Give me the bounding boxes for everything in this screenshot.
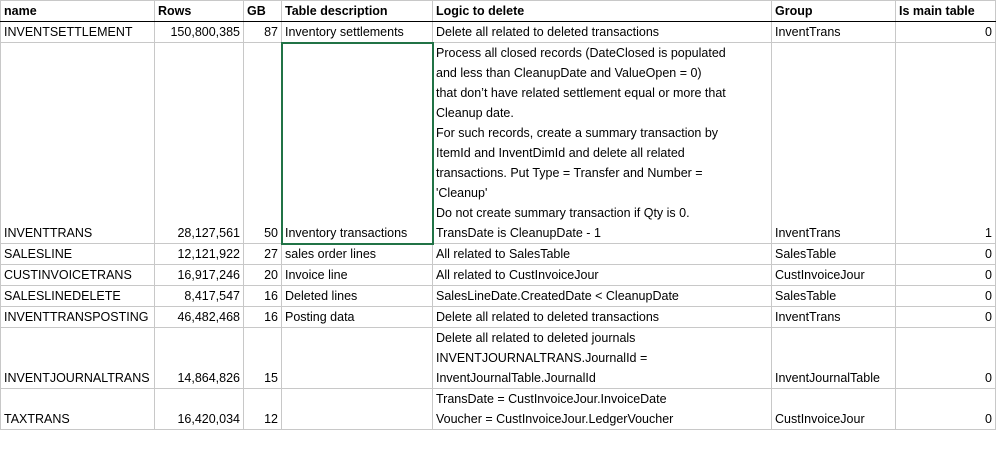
- gb-cell[interactable]: 16: [243, 306, 282, 328]
- desc-cell[interactable]: Invoice line: [281, 264, 433, 286]
- logic-cell[interactable]: Process all closed records (DateClosed i…: [432, 42, 772, 244]
- spreadsheet-table: name Rows GB Table description Logic to …: [0, 0, 996, 430]
- logic-line: Cleanup date.: [436, 106, 514, 120]
- logic-line: and less than CleanupDate and ValueOpen …: [436, 66, 702, 80]
- main-cell[interactable]: 0: [895, 285, 996, 307]
- group-cell[interactable]: InventTrans: [771, 306, 896, 328]
- gb-cell[interactable]: 50: [243, 42, 282, 244]
- logic-line: For such records, create a summary trans…: [436, 126, 719, 140]
- logic-line: InventJournalTable.JournalId: [436, 371, 596, 385]
- name-cell[interactable]: TAXTRANS: [0, 388, 155, 430]
- group-cell[interactable]: InventTrans: [771, 21, 896, 43]
- logic-cell[interactable]: TransDate = CustInvoiceJour.InvoiceDate V…: [432, 388, 772, 430]
- main-cell[interactable]: 0: [895, 306, 996, 328]
- name-cell[interactable]: SALESLINE: [0, 243, 155, 265]
- main-cell[interactable]: 1: [895, 42, 996, 244]
- logic-line: Delete all related to deleted transactio…: [436, 310, 660, 324]
- gb-cell[interactable]: 15: [243, 327, 282, 389]
- desc-cell[interactable]: Inventory transactions: [280, 41, 434, 245]
- main-cell[interactable]: 0: [895, 327, 996, 389]
- rows-cell[interactable]: 28,127,561: [154, 42, 244, 244]
- rows-cell[interactable]: 14,864,826: [154, 327, 244, 389]
- header-main[interactable]: Is main table: [895, 0, 996, 22]
- table-row: INVENTTRANS 28,127,561 50 Inventory transac…: [0, 41, 996, 245]
- main-cell[interactable]: 0: [895, 243, 996, 265]
- header-gb[interactable]: GB: [243, 0, 282, 22]
- main-cell[interactable]: 0: [895, 388, 996, 430]
- gb-cell[interactable]: 27: [243, 243, 282, 265]
- table-row: CUSTINVOICETRANS 16,917,246 20 Invoice line…: [0, 264, 996, 286]
- table-row: INVENTJOURNALTRANS 14,864,826 15 Delete all…: [0, 327, 996, 389]
- gb-cell[interactable]: 16: [243, 285, 282, 307]
- table-row: INVENTTRANSPOSTING 46,482,468 16 Posting da…: [0, 306, 996, 328]
- name-cell[interactable]: CUSTINVOICETRANS: [0, 264, 155, 286]
- gb-cell[interactable]: 87: [243, 21, 282, 43]
- logic-line: 'Cleanup': [436, 186, 488, 200]
- group-cell[interactable]: SalesTable: [771, 285, 896, 307]
- group-cell[interactable]: InventTrans: [771, 42, 896, 244]
- group-cell[interactable]: SalesTable: [771, 243, 896, 265]
- logic-cell[interactable]: SalesLineDate.CreatedDate < CleanupDate: [432, 285, 772, 307]
- gb-cell[interactable]: 12: [243, 388, 282, 430]
- logic-line: All related to CustInvoiceJour: [436, 268, 599, 282]
- logic-line: Delete all related to deleted transactio…: [436, 25, 660, 39]
- desc-cell[interactable]: sales order lines: [281, 243, 433, 265]
- logic-line: TransDate is CleanupDate - 1: [436, 226, 601, 240]
- rows-cell[interactable]: 8,417,547: [154, 285, 244, 307]
- header-row: name Rows GB Table description Logic to …: [0, 0, 996, 22]
- desc-cell[interactable]: Inventory settlements: [281, 21, 433, 43]
- gb-cell[interactable]: 20: [243, 264, 282, 286]
- main-cell[interactable]: 0: [895, 264, 996, 286]
- rows-cell[interactable]: 46,482,468: [154, 306, 244, 328]
- header-desc[interactable]: Table description: [281, 0, 433, 22]
- logic-line: transactions. Put Type = Transfer and Nu…: [436, 166, 703, 180]
- name-cell[interactable]: INVENTJOURNALTRANS: [0, 327, 155, 389]
- logic-line: All related to SalesTable: [436, 247, 571, 261]
- name-cell[interactable]: INVENTTRANS: [0, 42, 155, 244]
- desc-cell[interactable]: [281, 388, 433, 430]
- name-cell[interactable]: INVENTSETTLEMENT: [0, 21, 155, 43]
- name-cell[interactable]: INVENTTRANSPOSTING: [0, 306, 155, 328]
- logic-line: ItemId and InventDimId and delete all re…: [436, 146, 685, 160]
- header-group[interactable]: Group: [771, 0, 896, 22]
- header-logic[interactable]: Logic to delete: [432, 0, 772, 22]
- logic-line: TransDate = CustInvoiceJour.InvoiceDate: [436, 392, 667, 406]
- logic-line: Voucher = CustInvoiceJour.LedgerVoucher: [436, 412, 674, 426]
- desc-cell[interactable]: Posting data: [281, 306, 433, 328]
- logic-cell[interactable]: All related to SalesTable: [432, 243, 772, 265]
- main-cell[interactable]: 0: [895, 21, 996, 43]
- logic-cell[interactable]: All related to CustInvoiceJour: [432, 264, 772, 286]
- logic-line: Delete all related to deleted journals: [436, 331, 636, 345]
- logic-cell[interactable]: Delete all related to deleted transactio…: [432, 21, 772, 43]
- desc-cell[interactable]: Deleted lines: [281, 285, 433, 307]
- header-name[interactable]: name: [0, 0, 155, 22]
- group-cell[interactable]: CustInvoiceJour: [771, 264, 896, 286]
- table-row: TAXTRANS 16,420,034 12 TransDate = CustInvo…: [0, 388, 996, 430]
- logic-line: Process all closed records (DateClosed i…: [436, 46, 726, 60]
- header-rows[interactable]: Rows: [154, 0, 244, 22]
- table-row: INVENTSETTLEMENT 150,800,385 87 Inventory s…: [0, 21, 996, 43]
- group-cell[interactable]: InventJournalTable: [771, 327, 896, 389]
- logic-line: INVENTJOURNALTRANS.JournalId =: [436, 351, 648, 365]
- rows-cell[interactable]: 16,420,034: [154, 388, 244, 430]
- group-cell[interactable]: CustInvoiceJour: [771, 388, 896, 430]
- table-row: SALESLINEDELETE 8,417,547 16 Deleted lines S…: [0, 285, 996, 307]
- logic-line: Do not create summary transaction if Qty…: [436, 206, 690, 220]
- name-cell[interactable]: SALESLINEDELETE: [0, 285, 155, 307]
- logic-line: SalesLineDate.CreatedDate < CleanupDate: [436, 289, 679, 303]
- rows-cell[interactable]: 12,121,922: [154, 243, 244, 265]
- logic-cell[interactable]: Delete all related to deleted journals IN…: [432, 327, 772, 389]
- logic-line: that don’t have related settlement equal…: [436, 86, 726, 100]
- desc-cell[interactable]: [281, 327, 433, 389]
- table-row: SALESLINE 12,121,922 27 sales order lines Al…: [0, 243, 996, 265]
- logic-cell[interactable]: Delete all related to deleted transactio…: [432, 306, 772, 328]
- rows-cell[interactable]: 16,917,246: [154, 264, 244, 286]
- rows-cell[interactable]: 150,800,385: [154, 21, 244, 43]
